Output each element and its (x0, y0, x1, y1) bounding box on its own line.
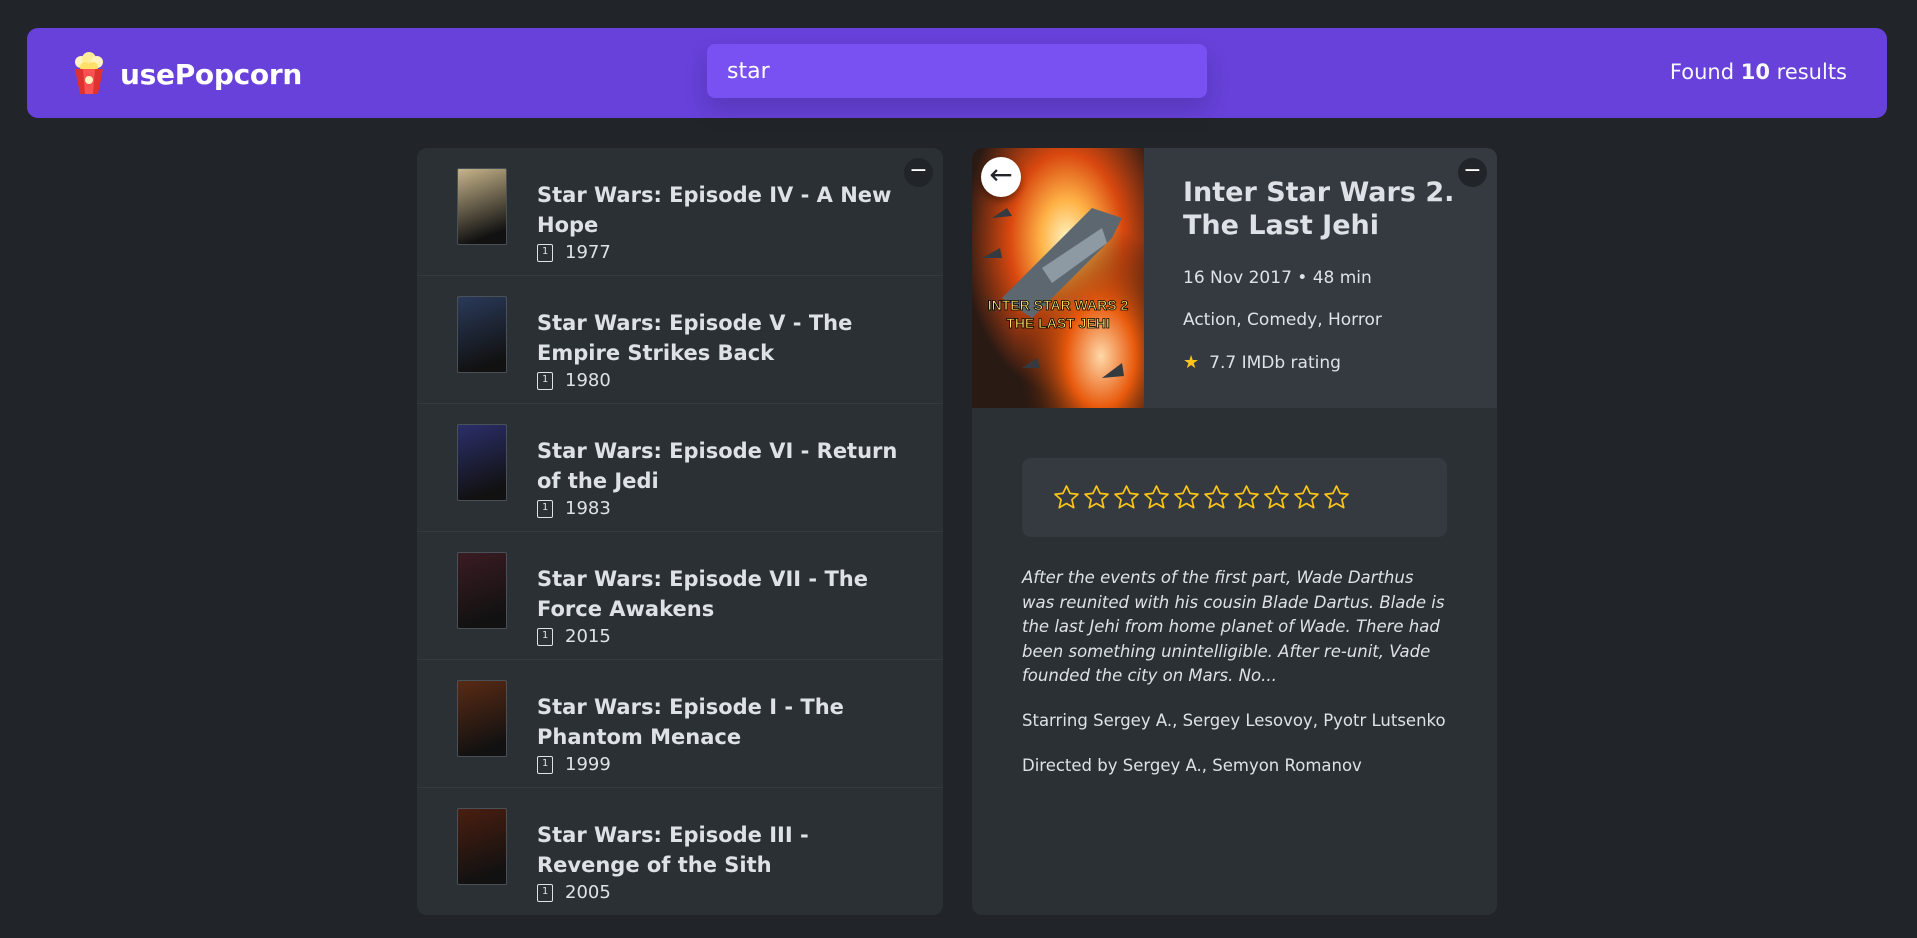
movie-title: Star Wars: Episode VI - Return of the Je… (537, 439, 898, 493)
movie-year-row: 1 1977 (537, 242, 611, 263)
movie-list-item[interactable]: Star Wars: Episode III - Revenge of the … (417, 788, 943, 915)
search-input[interactable] (707, 44, 1207, 98)
svg-text:THE LAST JEHI: THE LAST JEHI (1006, 315, 1109, 331)
movie-poster (457, 296, 507, 373)
detail-header: ← INTER STAR WARS 2 THE LAST JEHI Inter … (972, 148, 1497, 408)
star-icon: ★ (1183, 352, 1200, 373)
movie-year: 1980 (565, 370, 611, 391)
movie-year-row: 1 1999 (537, 754, 611, 775)
calendar-icon: 1 (537, 371, 553, 390)
rating-star-icon[interactable] (1052, 483, 1081, 512)
movie-year: 1983 (565, 498, 611, 519)
plot: After the events of the first part, Wade… (1022, 568, 1445, 685)
popcorn-icon (75, 52, 103, 94)
rating-star-icon[interactable] (1232, 483, 1261, 512)
movie-year: 2015 (565, 626, 611, 647)
calendar-icon: 1 (537, 499, 553, 518)
user-rating (1022, 458, 1447, 537)
calendar-icon: 1 (537, 883, 553, 902)
calendar-icon: 1 (537, 627, 553, 646)
movie-list-box: − Star Wars: Episode IV - A New Hope 1 197… (417, 148, 943, 915)
movie-year-row: 1 2015 (537, 626, 611, 647)
movie-year-row: 1 2005 (537, 882, 611, 903)
movie-list-item[interactable]: Star Wars: Episode I - The Phantom Menac… (417, 660, 943, 788)
movie-year-row: 1 1980 (537, 370, 611, 391)
toggle-list-button[interactable]: − (904, 158, 933, 187)
director: Directed by Sergey A., Semyon Romanov (1022, 756, 1362, 775)
movie-list-item[interactable]: Star Wars: Episode VII - The Force Awake… (417, 532, 943, 660)
rating-star-icon[interactable] (1142, 483, 1171, 512)
movie-year: 1999 (565, 754, 611, 775)
movie-title: Star Wars: Episode IV - A New Hope (537, 183, 892, 237)
rating-star-icon[interactable] (1322, 483, 1351, 512)
movie-list-item[interactable]: Star Wars: Episode VI - Return of the Je… (417, 404, 943, 532)
logo-text: usePopcorn (120, 57, 302, 91)
movie-poster (457, 680, 507, 757)
navbar: usePopcorn Found 10 results (27, 28, 1887, 118)
rating-star-icon[interactable] (1082, 483, 1111, 512)
rating-star-icon[interactable] (1172, 483, 1201, 512)
calendar-icon: 1 (537, 755, 553, 774)
calendar-icon: 1 (537, 243, 553, 262)
starring: Starring Sergey A., Sergey Lesovoy, Pyot… (1022, 711, 1446, 730)
results-count: Found 10 results (1669, 60, 1847, 84)
movie-list-item[interactable]: Star Wars: Episode IV - A New Hope 1 1977 (417, 148, 943, 276)
imdb-rating: ★ 7.7 IMDb rating (1183, 352, 1341, 373)
svg-text:INTER STAR WARS 2: INTER STAR WARS 2 (988, 297, 1129, 313)
movie-title: Star Wars: Episode VII - The Force Awake… (537, 567, 868, 621)
rating-star-icon[interactable] (1292, 483, 1321, 512)
movie-poster (457, 424, 507, 501)
logo: usePopcorn (71, 52, 302, 96)
rating-star-icon[interactable] (1202, 483, 1231, 512)
movie-detail-box: − ← INTER STAR WARS 2 THE LAST JEHI Inte… (972, 148, 1497, 915)
movie-poster (457, 808, 507, 885)
movie-title: Star Wars: Episode I - The Phantom Menac… (537, 695, 844, 749)
back-button[interactable]: ← (981, 157, 1021, 197)
release-runtime: 16 Nov 2017 • 48 min (1183, 268, 1372, 288)
movie-list-item[interactable]: Star Wars: Episode V - The Empire Strike… (417, 276, 943, 404)
movie-poster (457, 168, 507, 245)
detail-title: Inter Star Wars 2. The Last Jehi (1183, 177, 1455, 241)
movie-year: 1977 (565, 242, 611, 263)
movie-title: Star Wars: Episode III - Revenge of the … (537, 823, 809, 877)
movie-year: 2005 (565, 882, 611, 903)
toggle-detail-button[interactable]: − (1458, 158, 1487, 187)
genre: Action, Comedy, Horror (1183, 310, 1382, 330)
movie-poster (457, 552, 507, 629)
movie-title: Star Wars: Episode V - The Empire Strike… (537, 311, 853, 365)
rating-star-icon[interactable] (1262, 483, 1291, 512)
movie-year-row: 1 1983 (537, 498, 611, 519)
rating-star-icon[interactable] (1112, 483, 1141, 512)
